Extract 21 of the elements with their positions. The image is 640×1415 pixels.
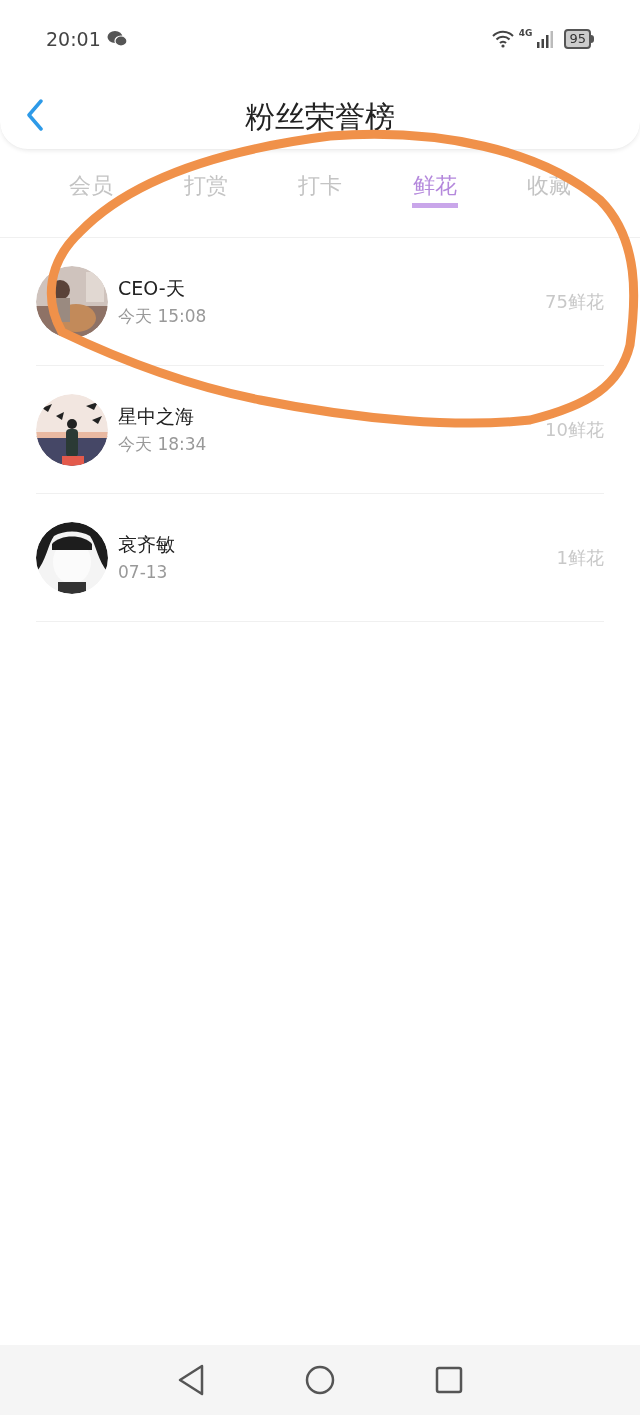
timestamp: 今天 18:34	[118, 432, 208, 456]
tab[interactable]: 会员	[68, 168, 114, 208]
timestamp: 07-13	[118, 560, 169, 584]
user-name: 星中之海	[118, 403, 195, 429]
chat-icon	[106, 30, 127, 48]
tab[interactable]: 打卡	[297, 168, 343, 208]
page-title: 粉丝荣誉榜	[245, 97, 395, 136]
back-icon[interactable]	[26, 99, 44, 131]
recents-nav-icon[interactable]	[435, 1366, 463, 1394]
tab[interactable]: 打赏	[182, 168, 229, 208]
network-label: 4G	[518, 29, 533, 38]
battery-icon: 95	[564, 29, 594, 49]
tab[interactable]: 鲜花	[411, 168, 458, 208]
timestamp: 今天 15:08	[118, 304, 208, 328]
wifi-icon	[490, 30, 515, 48]
user-name: CEO-天	[118, 275, 186, 301]
signal-icon	[536, 30, 555, 48]
home-nav-icon[interactable]	[305, 1365, 335, 1395]
user-name: 哀齐敏	[118, 531, 176, 557]
back-nav-icon[interactable]	[177, 1364, 205, 1396]
status-time: 20:01	[46, 26, 101, 52]
